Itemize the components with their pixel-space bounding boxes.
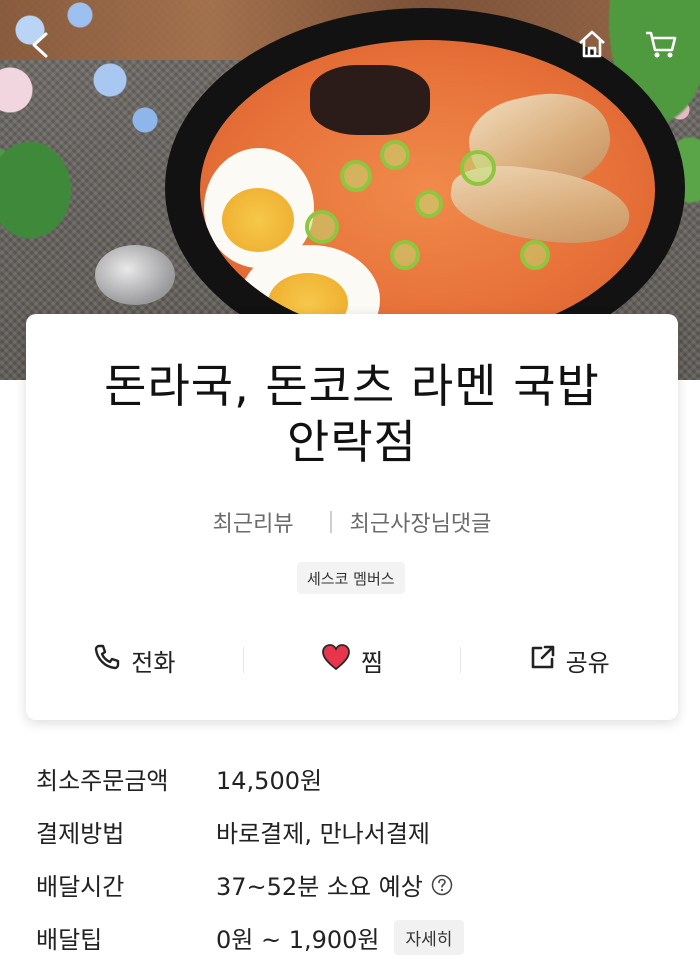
help-icon[interactable] [431, 874, 453, 896]
recent-owner-reply-link[interactable]: 최근사장님댓글 [350, 506, 492, 538]
wood-ear-mushroom [310, 65, 430, 135]
heart-icon [321, 643, 351, 677]
store-info-card: 돈라국, 돈코츠 라멘 국밥 안락점 최근리뷰 최근사장님댓글 세스코 멤버스 … [26, 314, 678, 720]
delivery-tip-text: 0원 ~ 1,900원 [216, 926, 380, 954]
recent-review-link[interactable]: 최근리뷰 [213, 506, 294, 538]
cesco-member-badge: 세스코 멤버스 [297, 562, 405, 594]
share-icon [530, 644, 556, 676]
cart-icon[interactable] [644, 28, 678, 64]
scallion [380, 140, 410, 170]
scallion [390, 240, 420, 270]
store-title: 돈라국, 돈코츠 라멘 국밥 안락점 [26, 358, 678, 470]
scallion [340, 160, 372, 192]
delivery-time-value: 37~52분 소요 예상 [216, 867, 453, 902]
share-button[interactable]: 공유 [461, 643, 678, 678]
divider [329, 511, 332, 533]
like-label: 찜 [360, 648, 384, 677]
share-label: 공유 [565, 648, 610, 677]
delivery-time-row: 배달시간 37~52분 소요 예상 [36, 858, 676, 911]
delivery-time-label: 배달시간 [36, 873, 125, 901]
min-order-value: 14,500원 [216, 767, 323, 795]
delivery-time-text: 37~52분 소요 예상 [216, 873, 423, 901]
review-summary: 최근리뷰 최근사장님댓글 [26, 506, 678, 538]
scallion [415, 190, 443, 218]
payment-value: 바로결제, 만나서결제 [216, 820, 430, 848]
badge-label: 세스코 멤버스 [307, 569, 395, 588]
spoon [95, 245, 175, 305]
min-order-label: 최소주문금액 [36, 767, 169, 795]
call-label: 전화 [131, 648, 176, 677]
like-button[interactable]: 찜 [244, 643, 461, 678]
action-bar: 전화 찜 공유 [26, 640, 678, 680]
phone-icon [93, 643, 121, 677]
store-title-line1: 돈라국, 돈코츠 라멘 국밥 [104, 359, 600, 413]
delivery-tip-row: 배달팁 0원 ~ 1,900원 자세히 [36, 911, 676, 964]
delivery-tip-value: 0원 ~ 1,900원 자세히 [216, 920, 465, 955]
call-button[interactable]: 전화 [26, 643, 243, 678]
min-order-row: 최소주문금액 14,500원 [36, 752, 676, 805]
scallion [460, 150, 496, 186]
store-info-list: 최소주문금액 14,500원 결제방법 바로결제, 만나서결제 배달시간 37~… [36, 752, 676, 964]
delivery-tip-detail-button[interactable]: 자세히 [393, 920, 465, 955]
home-icon[interactable] [576, 28, 608, 64]
scallion [305, 210, 339, 244]
ramen-soup [200, 40, 655, 340]
payment-label: 결제방법 [36, 820, 125, 848]
scallion [520, 240, 550, 270]
payment-row: 결제방법 바로결제, 만나서결제 [36, 805, 676, 858]
back-arrow-icon[interactable] [26, 30, 56, 64]
store-title-line2: 안락점 [287, 415, 417, 469]
delivery-tip-label: 배달팁 [36, 926, 103, 954]
